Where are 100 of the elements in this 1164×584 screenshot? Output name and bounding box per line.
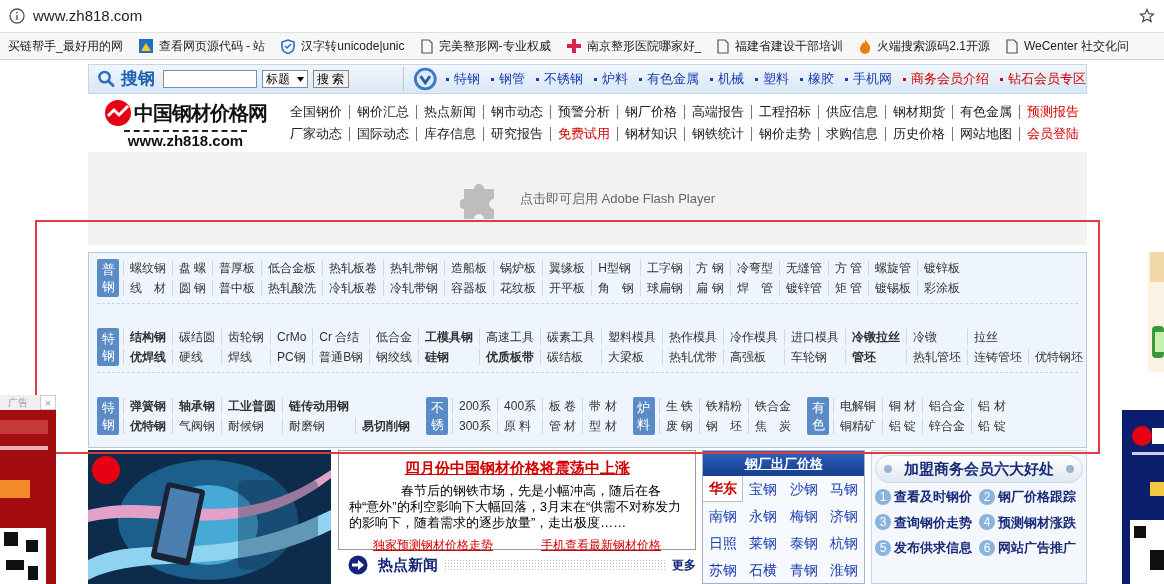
category-link[interactable]: 优质板带 xyxy=(479,349,541,365)
mill-link[interactable]: 南钢 xyxy=(703,503,744,530)
category-link[interactable]: 进口模具 xyxy=(784,329,846,345)
benefit-link[interactable]: 发布供求信息 xyxy=(894,538,972,558)
category-link[interactable]: 焊 管 xyxy=(729,280,779,296)
category-link[interactable]: 钢 坯 xyxy=(699,418,749,434)
info-icon[interactable] xyxy=(9,8,25,24)
category-link[interactable]: 高强板 xyxy=(723,349,785,365)
category-link[interactable]: 拉丝 xyxy=(967,329,1029,345)
category-link[interactable]: 镀锡板 xyxy=(868,280,918,296)
nav-link[interactable]: 有色金属 xyxy=(952,105,1019,119)
mill-link[interactable]: 杭钢 xyxy=(823,530,864,557)
mill-link[interactable]: 青钢 xyxy=(783,557,824,583)
category-link[interactable]: 优特钢 xyxy=(123,418,172,434)
category-link[interactable]: 冷作模具 xyxy=(723,329,785,345)
news-headline[interactable]: 四月份中国钢材价格将震荡中上涨 xyxy=(349,457,685,480)
nav-link[interactable]: 钢市动态 xyxy=(483,105,550,119)
category-link[interactable]: 废 钢 xyxy=(658,418,700,434)
nav-link[interactable]: 库存信息 xyxy=(416,127,483,141)
category-link[interactable]: 管 材 xyxy=(542,418,583,434)
category-link[interactable]: 原 料 xyxy=(497,418,543,434)
nav-link[interactable]: 预警分析 xyxy=(550,105,617,119)
mill-link[interactable]: 永钢 xyxy=(743,503,784,530)
category-link[interactable]: 易切削钢 xyxy=(355,418,416,434)
category-link[interactable]: 耐候钢 xyxy=(221,418,282,434)
nav-link[interactable]: 热点新闻 xyxy=(416,105,483,119)
nav-link[interactable]: 钻石会员专区 xyxy=(1000,69,1086,89)
category-link[interactable]: 镀锌板 xyxy=(917,260,967,276)
benefit-link[interactable]: 预测钢材涨跌 xyxy=(998,512,1076,532)
category-link[interactable]: 链传动用钢 xyxy=(282,398,355,414)
category-link[interactable]: 200系 xyxy=(452,398,498,414)
nav-link[interactable]: 商务会员介绍 xyxy=(903,69,989,89)
category-link[interactable]: 锅炉板 xyxy=(493,260,543,276)
category-link[interactable]: 轴承钢 xyxy=(172,398,221,414)
nav-link[interactable]: 工程招标 xyxy=(751,105,818,119)
benefit-link[interactable]: 网站广告推广 xyxy=(998,538,1076,558)
category-link[interactable]: 硅钢 xyxy=(418,349,480,365)
category-link[interactable]: 热轧酸洗 xyxy=(261,280,323,296)
bookmark-item[interactable]: 福建省建设干部培训 xyxy=(717,37,844,55)
category-link[interactable]: 容器板 xyxy=(444,280,494,296)
category-link[interactable]: 铜精矿 xyxy=(833,418,883,434)
category-link[interactable]: 焊线 xyxy=(221,349,270,365)
category-link[interactable]: 碳结圆 xyxy=(172,329,221,345)
category-link[interactable]: 板 卷 xyxy=(542,398,583,414)
nav-link[interactable]: 机械 xyxy=(710,69,744,89)
nav-link[interactable]: 钢价汇总 xyxy=(349,105,416,119)
category-link[interactable]: 工业普圆 xyxy=(221,398,282,414)
category-link[interactable]: 大梁板 xyxy=(601,349,663,365)
mill-link[interactable]: 济钢 xyxy=(823,503,864,530)
mill-link[interactable]: 石横 xyxy=(743,557,784,583)
category-link[interactable]: 电解铜 xyxy=(833,398,883,414)
nav-link[interactable]: 研究报告 xyxy=(483,127,550,141)
benefit-link[interactable]: 查看及时钢价 xyxy=(894,487,972,507)
nav-link[interactable]: 预测报告 xyxy=(1019,105,1086,119)
category-link[interactable]: 花纹板 xyxy=(493,280,543,296)
nav-link[interactable]: 橡胶 xyxy=(800,69,834,89)
category-link[interactable]: 普中板 xyxy=(212,280,262,296)
category-link[interactable]: Cr 合结 xyxy=(312,329,370,345)
mill-link[interactable]: 宝钢 xyxy=(743,476,784,503)
category-link[interactable]: 热轧管坯 xyxy=(906,349,968,365)
category-link[interactable]: 400系 xyxy=(497,398,543,414)
bookmark-item[interactable]: 火端搜索源码2.1开源 xyxy=(859,37,990,55)
category-link[interactable]: 矩 管 xyxy=(827,280,869,296)
nav-link[interactable]: 特钢 xyxy=(446,69,480,89)
category-link[interactable]: 硬线 xyxy=(172,349,221,365)
category-link[interactable]: 扁 钢 xyxy=(689,280,730,296)
category-link[interactable]: 热轧优带 xyxy=(662,349,724,365)
category-link[interactable]: PC钢 xyxy=(270,349,313,365)
category-link[interactable]: 普通B钢 xyxy=(312,349,370,365)
mill-link[interactable]: 日照 xyxy=(703,530,744,557)
category-link[interactable]: 铁合金 xyxy=(748,398,798,414)
category-link[interactable]: 气阀钢 xyxy=(172,418,221,434)
category-link[interactable]: 冷轧带钢 xyxy=(383,280,445,296)
category-link[interactable]: 低合金板 xyxy=(261,260,323,276)
nav-link[interactable]: 会员登陆 xyxy=(1019,127,1086,141)
nav-link[interactable]: 国际动态 xyxy=(349,127,416,141)
category-link[interactable]: 开平板 xyxy=(542,280,592,296)
nav-link[interactable]: 求购信息 xyxy=(818,127,885,141)
nav-link[interactable]: 免费试用 xyxy=(550,127,617,141)
nav-link[interactable]: 历史价格 xyxy=(885,127,952,141)
category-link[interactable]: 工模具钢 xyxy=(418,329,480,345)
bookmark-item[interactable]: 南京整形医院哪家好_ xyxy=(566,37,702,55)
search-field[interactable] xyxy=(162,70,258,88)
category-link[interactable]: 热轧板卷 xyxy=(322,260,384,276)
category-link[interactable]: 铝合金 xyxy=(922,398,972,414)
category-link[interactable]: 螺纹钢 xyxy=(123,260,172,276)
category-link[interactable]: 铝 锭 xyxy=(882,418,923,434)
category-link[interactable]: 圆 钢 xyxy=(172,280,213,296)
category-link[interactable]: CrMo xyxy=(270,329,313,345)
more-link[interactable]: 更多 xyxy=(672,556,696,574)
category-link[interactable]: 球扁钢 xyxy=(640,280,690,296)
nav-link[interactable]: 炉料 xyxy=(594,69,628,89)
address-bar[interactable]: www.zh818.com xyxy=(3,2,1161,30)
category-link[interactable]: 方 钢 xyxy=(689,260,730,276)
category-link[interactable]: 连铸管坯 xyxy=(967,349,1029,365)
nav-link[interactable]: 有色金属 xyxy=(639,69,699,89)
category-link[interactable]: 冷轧板卷 xyxy=(322,280,384,296)
category-link[interactable]: 铜 材 xyxy=(882,398,923,414)
mill-link[interactable]: 马钢 xyxy=(823,476,864,503)
mill-link[interactable]: 梅钢 xyxy=(783,503,824,530)
